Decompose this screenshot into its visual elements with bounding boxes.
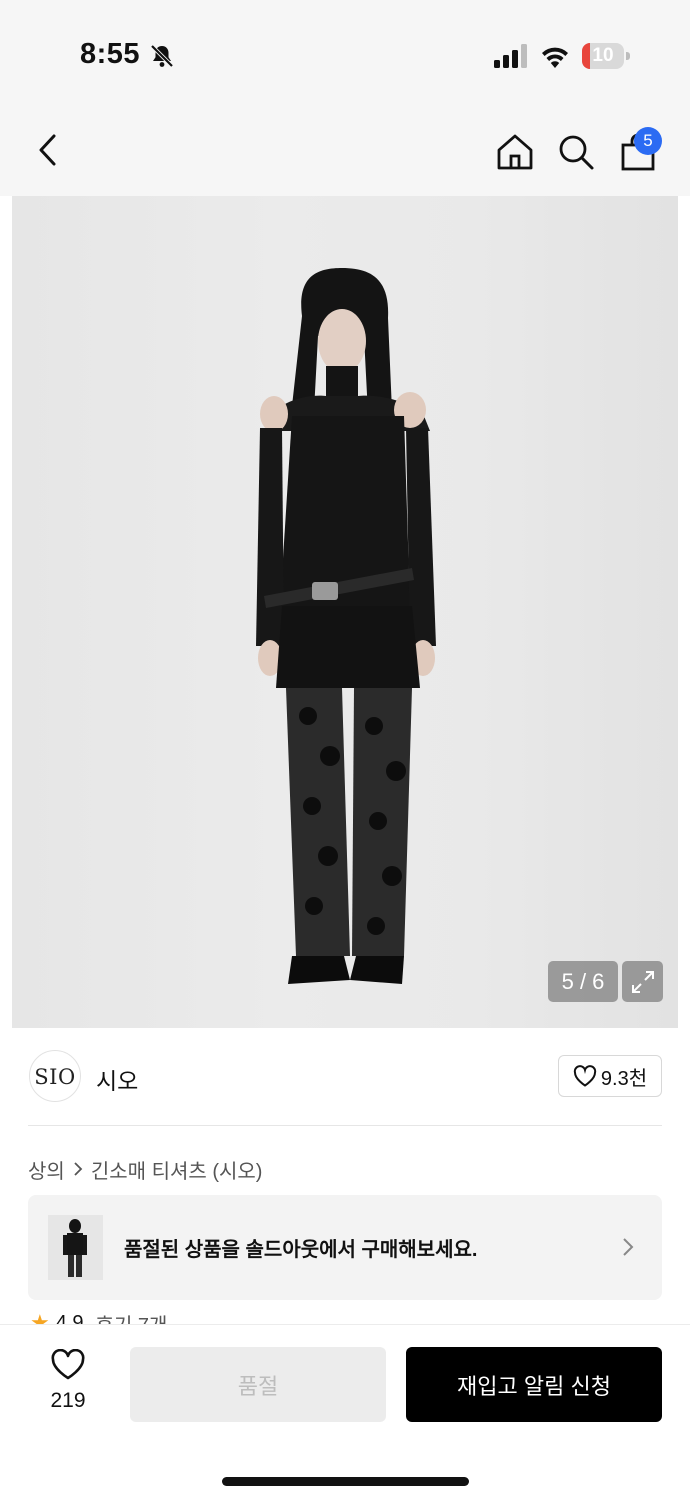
battery-body: 10 — [582, 43, 624, 69]
brand-like-button[interactable]: 9.3천 — [558, 1055, 662, 1097]
home-button[interactable] — [491, 128, 539, 176]
wifi-icon — [542, 47, 568, 68]
breadcrumb-subcategory[interactable]: 긴소매 티셔츠 (시오) — [91, 1155, 263, 1184]
cart-count-badge: 5 — [634, 127, 662, 155]
product-image-carousel[interactable]: 5 / 6 — [12, 196, 678, 1028]
bottom-action-bar: 219 품절 재입고 알림 신청 — [0, 1324, 690, 1500]
status-time: 8:55 — [80, 38, 141, 70]
expand-button[interactable] — [622, 961, 663, 1002]
search-icon — [559, 135, 594, 170]
restock-alert-button[interactable]: 재입고 알림 신청 — [406, 1347, 662, 1422]
chevron-left-icon — [39, 134, 56, 166]
product-photo — [256, 268, 436, 984]
back-button[interactable] — [24, 126, 72, 174]
search-button[interactable] — [552, 128, 600, 176]
bell-slash-icon — [150, 44, 174, 68]
cellular-signal-icon — [494, 44, 527, 68]
breadcrumb-separator — [73, 1161, 83, 1177]
banner-thumbnail — [48, 1215, 103, 1280]
wishlist-button[interactable]: 219 — [40, 1349, 96, 1419]
battery-level: 10 — [592, 45, 614, 66]
soldout-button[interactable]: 품절 — [130, 1347, 386, 1422]
divider — [28, 1125, 662, 1126]
chevron-right-icon — [623, 1238, 634, 1256]
brand-name[interactable]: 시오 — [96, 1062, 138, 1096]
expand-arrows-icon — [631, 970, 654, 993]
wishlist-count: 219 — [50, 1389, 86, 1412]
battery-icon: 10 — [582, 43, 630, 69]
battery-cap — [626, 52, 630, 60]
chevron-right-icon — [74, 1162, 83, 1176]
breadcrumb: 상의 긴소매 티셔츠 (시오) — [28, 1155, 262, 1183]
breadcrumb-category[interactable]: 상의 — [28, 1155, 65, 1184]
brand-like-count: 9.3천 — [600, 1067, 648, 1090]
heart-icon — [573, 1065, 597, 1087]
banner-text: 품절된 상품을 솔드아웃에서 구매해보세요. — [124, 1239, 478, 1261]
top-nav — [0, 100, 690, 196]
image-counter: 5 / 6 — [548, 961, 618, 1002]
status-bar: 8:55 10 — [0, 0, 690, 100]
home-icon — [497, 134, 533, 170]
product-page: 8:55 10 5 5 / 6 SIO 시오 9.3천 상의 긴소매 티셔츠 (… — [0, 0, 690, 1500]
home-indicator — [222, 1477, 469, 1486]
soldout-banner[interactable]: 품절된 상품을 솔드아웃에서 구매해보세요. — [28, 1195, 662, 1300]
heart-icon — [51, 1349, 85, 1380]
brand-logo[interactable]: SIO — [29, 1050, 81, 1102]
